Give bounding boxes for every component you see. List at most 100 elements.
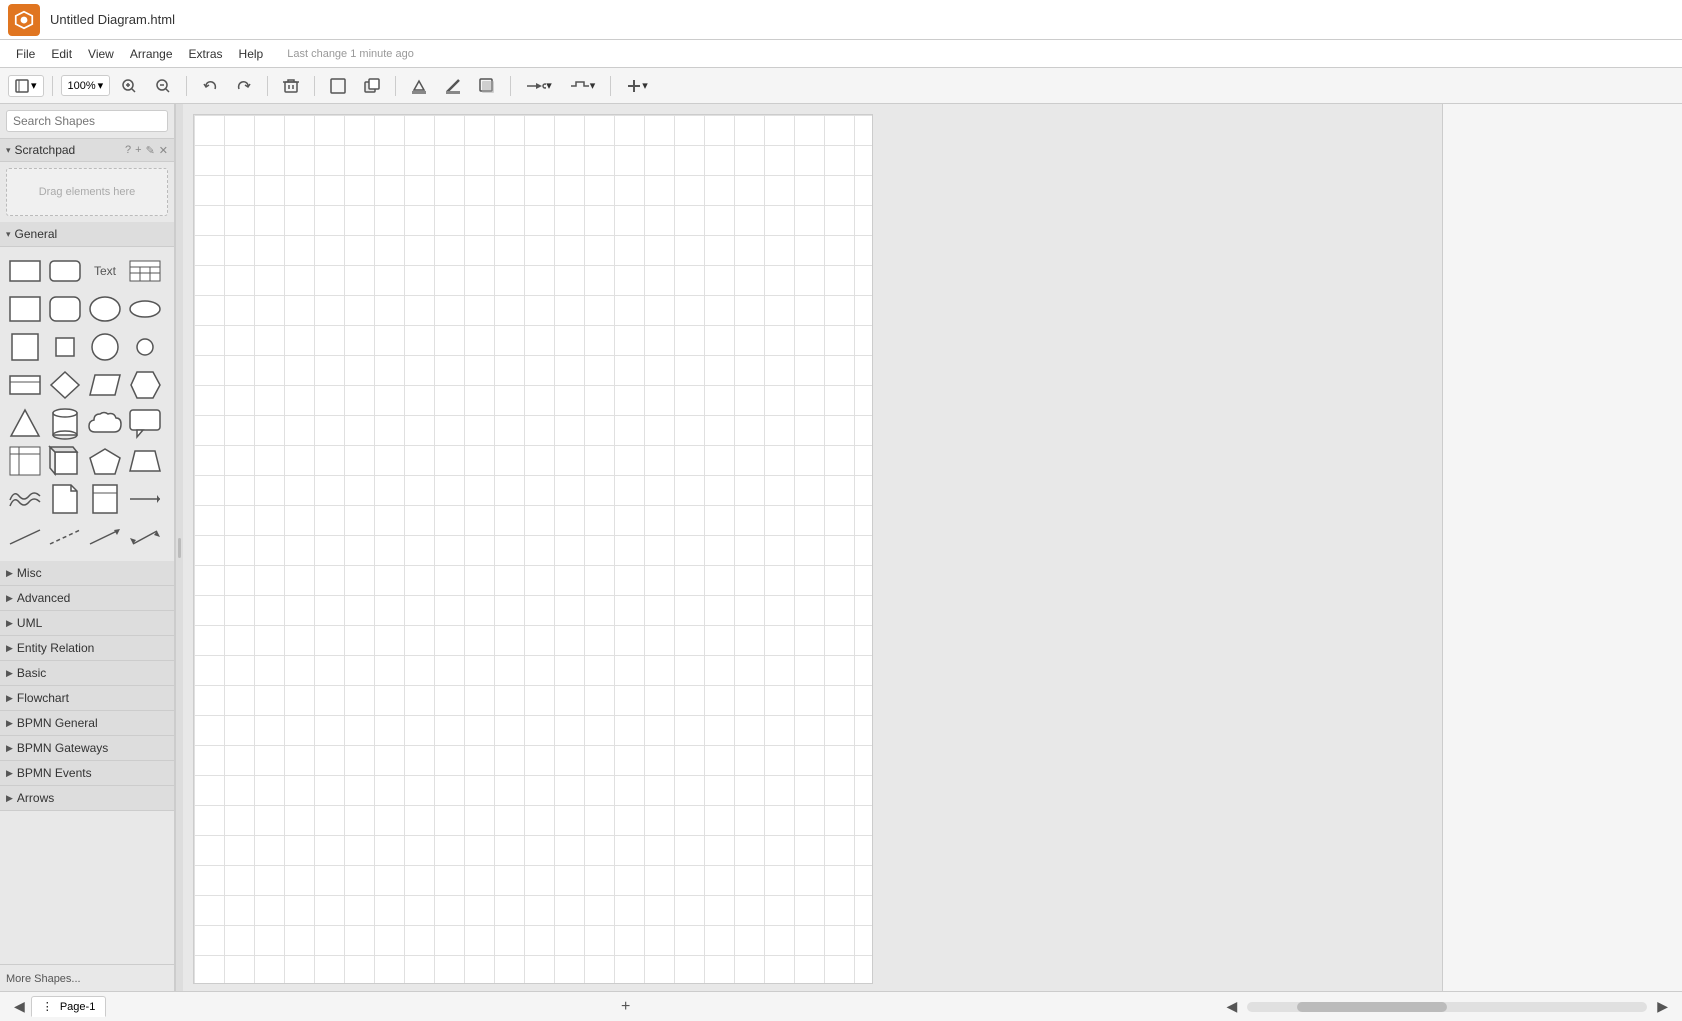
separator-6	[510, 76, 511, 96]
category-general[interactable]: ▾ General	[0, 222, 174, 247]
scroll-thumb[interactable]	[1297, 1002, 1447, 1012]
shape-line-bidir[interactable]	[126, 519, 164, 555]
category-bpmn-general[interactable]: ▶ BPMN General	[0, 711, 174, 736]
category-advanced[interactable]: ▶ Advanced	[0, 586, 174, 611]
connection-style-button[interactable]: ▾	[519, 74, 559, 98]
shape-table[interactable]	[126, 253, 164, 289]
category-arrows[interactable]: ▶ Arrows	[0, 786, 174, 811]
canvas-inner[interactable]	[183, 104, 1442, 991]
shape-diamond[interactable]	[46, 367, 84, 403]
category-uml[interactable]: ▶ UML	[0, 611, 174, 636]
fill-color-button[interactable]	[404, 74, 434, 98]
scratchpad-add-icon[interactable]: +	[135, 144, 141, 156]
shape-pentagon[interactable]	[86, 443, 124, 479]
page-tab-1-menu[interactable]: ⋮	[42, 1001, 53, 1013]
shape-note[interactable]	[46, 481, 84, 517]
category-flowchart[interactable]: ▶ Flowchart	[0, 686, 174, 711]
uml-arrow-icon: ▶	[6, 618, 13, 629]
scratchpad-edit-icon[interactable]: ✎	[146, 144, 155, 157]
undo-button[interactable]	[195, 74, 225, 98]
shape-line-dashed[interactable]	[46, 519, 84, 555]
shape-circle-small[interactable]	[126, 329, 164, 365]
shape-hexagon[interactable]	[126, 367, 164, 403]
add-page-button[interactable]: +	[615, 996, 636, 1018]
more-shapes-button[interactable]: More Shapes...	[6, 973, 81, 985]
shape-process[interactable]	[6, 253, 44, 289]
titlebar: Untitled Diagram.html	[0, 0, 1682, 40]
general-label: General	[15, 227, 58, 241]
category-misc[interactable]: ▶ Misc	[0, 561, 174, 586]
menu-help[interactable]: Help	[231, 43, 272, 65]
shape-wave[interactable]	[6, 481, 44, 517]
shape-rect-rounded2[interactable]	[46, 291, 84, 327]
zoom-dropdown[interactable]: 100% ▾	[61, 75, 111, 96]
page-tab-1[interactable]: ⋮ Page-1	[31, 996, 107, 1017]
to-front-button[interactable]	[357, 74, 387, 98]
shape-process-rounded[interactable]	[46, 253, 84, 289]
scroll-right-button[interactable]: ▶	[1651, 996, 1674, 1017]
misc-label: Misc	[17, 566, 42, 580]
menu-file[interactable]: File	[8, 43, 43, 65]
shape-ellipse-flat[interactable]	[126, 291, 164, 327]
shape-3d-box[interactable]	[46, 443, 84, 479]
scratchpad-help-icon[interactable]: ?	[125, 144, 131, 156]
shape-circle[interactable]	[86, 329, 124, 365]
page-prev-button[interactable]: ◀	[8, 996, 31, 1017]
drag-zone[interactable]: Drag elements here	[6, 168, 168, 216]
shape-square-small[interactable]	[46, 329, 84, 365]
scroll-left-button[interactable]: ◀	[1220, 996, 1243, 1017]
shape-text[interactable]: Text	[86, 253, 124, 289]
shape-process-bar[interactable]	[6, 367, 44, 403]
menu-extras[interactable]: Extras	[181, 43, 231, 65]
waypoint-button[interactable]: ▾	[563, 74, 603, 98]
menu-view[interactable]: View	[80, 43, 122, 65]
shape-rect[interactable]	[6, 291, 44, 327]
shape-square[interactable]	[6, 329, 44, 365]
shape-trapezoid[interactable]	[126, 443, 164, 479]
scratchpad-arrow: ▾	[6, 145, 11, 156]
diagram-format-dropdown[interactable]: ▾	[8, 75, 44, 97]
zoom-in-button[interactable]	[114, 74, 144, 98]
misc-arrow-icon: ▶	[6, 568, 13, 579]
svg-text:Text: Text	[94, 264, 117, 278]
format-button[interactable]	[323, 74, 353, 98]
bpmn-events-label: BPMN Events	[17, 766, 92, 780]
shape-triangle[interactable]	[6, 405, 44, 441]
category-bpmn-gateways[interactable]: ▶ BPMN Gateways	[0, 736, 174, 761]
shape-parallelogram[interactable]	[86, 367, 124, 403]
scratchpad-close-icon[interactable]: ✕	[159, 144, 168, 157]
main-area: ▾ Scratchpad ? + ✎ ✕ Drag elements here …	[0, 104, 1682, 991]
shape-cylinder[interactable]	[46, 405, 84, 441]
zoom-out-button[interactable]	[148, 74, 178, 98]
redo-button[interactable]	[229, 74, 259, 98]
category-bpmn-events[interactable]: ▶ BPMN Events	[0, 761, 174, 786]
menu-arrange[interactable]: Arrange	[122, 43, 181, 65]
category-basic[interactable]: ▶ Basic	[0, 661, 174, 686]
shape-line-plain[interactable]	[6, 519, 44, 555]
shape-card[interactable]	[86, 481, 124, 517]
search-input[interactable]	[13, 114, 168, 128]
sidebar-collapse-handle[interactable]	[175, 104, 183, 991]
canvas[interactable]	[193, 114, 873, 984]
insert-button[interactable]: ▾	[619, 74, 655, 98]
shape-cloud[interactable]	[86, 405, 124, 441]
search-box[interactable]	[6, 110, 168, 132]
shape-line-arrow[interactable]	[86, 519, 124, 555]
separator-3	[267, 76, 268, 96]
uml-label: UML	[17, 616, 42, 630]
category-entity-relation[interactable]: ▶ Entity Relation	[0, 636, 174, 661]
separator-5	[395, 76, 396, 96]
right-panel	[1442, 104, 1682, 991]
shape-callout[interactable]	[126, 405, 164, 441]
menu-edit[interactable]: Edit	[43, 43, 80, 65]
line-color-button[interactable]	[438, 74, 468, 98]
shape-line[interactable]	[126, 481, 164, 517]
shape-ellipse[interactable]	[86, 291, 124, 327]
scroll-track[interactable]	[1247, 1002, 1647, 1012]
shape-cross-table[interactable]	[6, 443, 44, 479]
scratchpad-title: Scratchpad	[15, 143, 121, 157]
delete-button[interactable]	[276, 74, 306, 98]
last-change: Last change 1 minute ago	[287, 48, 414, 60]
shadow-button[interactable]	[472, 74, 502, 98]
toolbar: ▾ 100% ▾ ▾ ▾	[0, 68, 1682, 104]
